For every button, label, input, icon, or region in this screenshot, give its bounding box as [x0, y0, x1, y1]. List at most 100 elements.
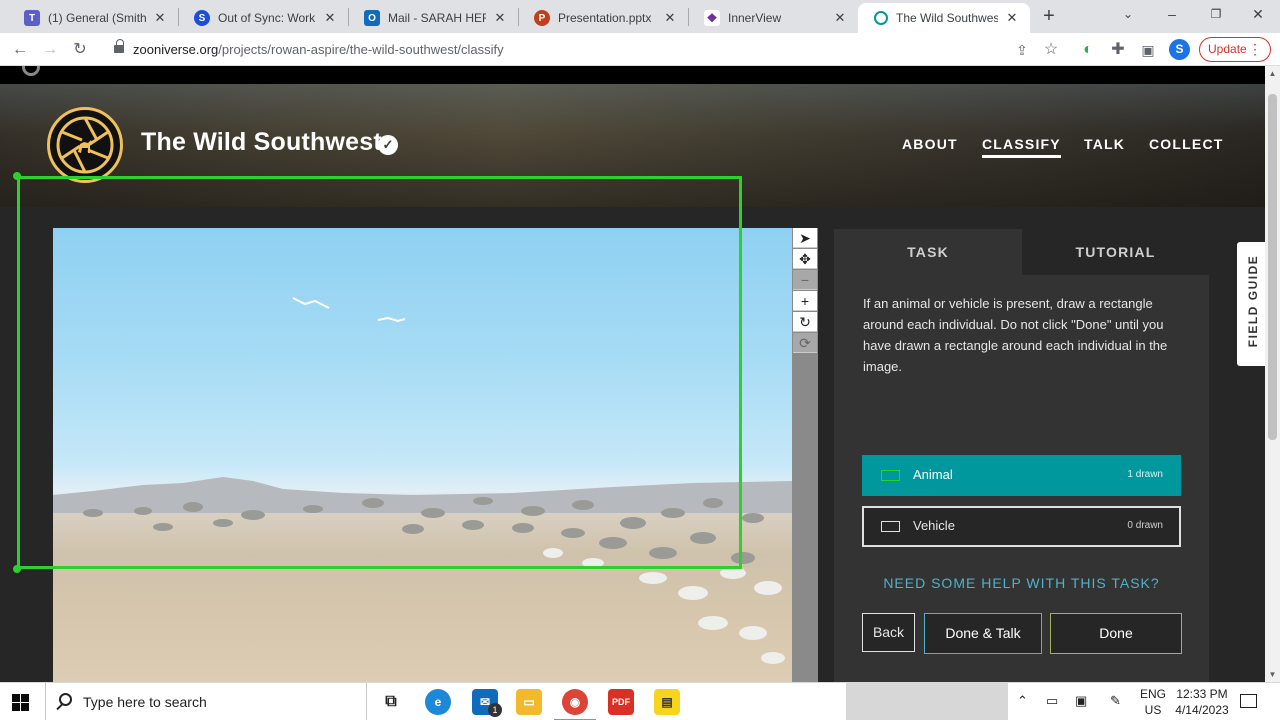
tab-task[interactable]: TASK	[834, 229, 1022, 275]
browser-tab[interactable]: S Out of Sync: Work and ✕	[178, 3, 348, 33]
viewer-toolbar: ➤ ✥ − + ↻ ⟳	[792, 228, 818, 682]
search-icon	[59, 693, 72, 706]
tab-title: InnerView	[728, 11, 782, 25]
scroll-down-icon[interactable]: ▼	[1265, 667, 1280, 682]
done-and-talk-button[interactable]: Done & Talk	[924, 613, 1042, 654]
edge-icon[interactable]: e	[425, 689, 451, 715]
new-tab-icon[interactable]: +	[1038, 5, 1060, 27]
mail-badge: 1	[488, 703, 502, 717]
windows-taskbar: Type here to search ⧉ e ✉ 1 ▭ ◉ PDF ▤ ⌃ …	[0, 682, 1280, 720]
browser-tab[interactable]: ❖ InnerView ✕	[688, 3, 858, 33]
close-icon[interactable]: ✕	[322, 10, 338, 26]
language-indicator[interactable]: ENG US	[1140, 686, 1166, 718]
scroll-thumb[interactable]	[1268, 94, 1277, 440]
teams-icon: T	[24, 10, 40, 26]
nav-about[interactable]: ABOUT	[902, 136, 958, 152]
tab-title: (1) General (Smith AP	[48, 11, 146, 25]
browser-tab[interactable]: T (1) General (Smith AP ✕	[8, 3, 178, 33]
zooniverse-top-nav	[0, 66, 1265, 84]
task-view-icon[interactable]: ⧉	[378, 689, 404, 715]
nav-classify[interactable]: CLASSIFY	[982, 136, 1061, 158]
share-icon[interactable]: ⇪	[1010, 38, 1034, 62]
close-icon[interactable]: ✕	[1004, 10, 1020, 26]
tab-title: Presentation.pptx	[558, 11, 652, 25]
sticky-notes-icon[interactable]: ▤	[654, 689, 680, 715]
bookmark-star-icon[interactable]: ☆	[1039, 38, 1063, 62]
address-bar[interactable]: zooniverse.org/projects/rowan-aspire/the…	[100, 36, 1100, 63]
field-guide-label: FIELD GUIDE	[1246, 254, 1260, 348]
tab-title: Mail - SARAH HERNAN	[388, 11, 486, 25]
show-hidden-icons[interactable]: ⌃	[1017, 693, 1028, 709]
clock[interactable]: 12:33 PM 4/14/2023	[1174, 686, 1230, 718]
reload-icon[interactable]: ↻	[68, 38, 92, 62]
tab-tutorial[interactable]: TUTORIAL	[1022, 229, 1209, 275]
close-icon[interactable]: ✕	[832, 10, 848, 26]
region-code: US	[1144, 703, 1162, 717]
nav-talk[interactable]: TALK	[1084, 136, 1125, 152]
zoom-in-icon[interactable]: +	[793, 291, 817, 311]
browser-tab-active[interactable]: The Wild Southwest ✕	[858, 3, 1030, 33]
profile-avatar[interactable]: S	[1169, 39, 1190, 60]
back-button[interactable]: Back	[862, 613, 915, 652]
windows-start-icon[interactable]	[12, 694, 30, 711]
innerview-icon: ❖	[704, 10, 720, 26]
rotate-icon[interactable]: ↻	[793, 312, 817, 332]
box-corner-handle[interactable]	[13, 172, 21, 180]
powerpoint-icon: P	[534, 10, 550, 26]
project-header: The Wild Southwest ✓ ABOUT CLASSIFY TALK…	[0, 84, 1265, 207]
animal-tool-button[interactable]: Animal 1 drawn	[862, 455, 1181, 496]
tool-label: Animal	[913, 467, 953, 482]
taskbar-empty-slot	[846, 683, 1008, 720]
chrome-icon[interactable]: ◉	[554, 689, 596, 720]
page-scrollbar[interactable]: ▲ ▼	[1265, 66, 1280, 682]
side-panel-icon[interactable]: ▣	[1136, 38, 1160, 62]
search-placeholder: Type here to search	[83, 694, 207, 710]
close-window-icon[interactable]: ✕	[1236, 0, 1280, 30]
browser-tab[interactable]: O Mail - SARAH HERNAN ✕	[348, 3, 518, 33]
puzzle-extensions-icon[interactable]: ✚	[1106, 38, 1130, 62]
rectangle-swatch-icon	[881, 521, 900, 532]
project-logo-icon[interactable]	[47, 107, 123, 183]
zoom-out-icon[interactable]: −	[793, 270, 817, 290]
lock-icon	[114, 39, 124, 55]
pen-icon[interactable]: ✎	[1110, 693, 1121, 709]
zooniverse-logo-icon[interactable]	[22, 66, 40, 76]
scroll-up-icon[interactable]: ▲	[1265, 66, 1280, 81]
tab-title: The Wild Southwest	[896, 11, 998, 25]
pdf-icon[interactable]: PDF	[608, 689, 634, 715]
tab-search-icon[interactable]: ⌄	[1106, 0, 1150, 30]
subject-image[interactable]	[53, 228, 792, 682]
tab-title: Out of Sync: Work and	[218, 11, 316, 25]
minimize-icon[interactable]: –	[1150, 0, 1194, 30]
taskbar-search-box[interactable]: Type here to search	[45, 683, 367, 720]
outlook-icon: O	[364, 10, 380, 26]
forward-arrow-icon[interactable]: →	[38, 38, 62, 62]
nav-collect[interactable]: COLLECT	[1149, 136, 1224, 152]
vehicle-tool-button[interactable]: Vehicle 0 drawn	[862, 506, 1181, 547]
close-icon[interactable]: ✕	[152, 10, 168, 26]
restore-icon[interactable]: ❐	[1194, 0, 1238, 30]
pointer-icon[interactable]: ➤	[793, 228, 817, 248]
back-arrow-icon[interactable]: ←	[8, 38, 32, 62]
task-panel: TASK TUTORIAL If an animal or vehicle is…	[834, 229, 1209, 682]
battery-icon[interactable]: ▭	[1046, 693, 1058, 709]
done-button[interactable]: Done	[1050, 613, 1182, 654]
field-guide-tab[interactable]: FIELD GUIDE	[1237, 242, 1265, 366]
flying-birds	[292, 297, 406, 323]
box-corner-handle[interactable]	[13, 565, 21, 573]
notifications-icon[interactable]	[1240, 694, 1257, 708]
extension-icon[interactable]: ◐	[1076, 38, 1100, 62]
update-button[interactable]: Update ⋮	[1199, 37, 1271, 62]
browser-tab[interactable]: P Presentation.pptx ✕	[518, 3, 688, 33]
network-icon[interactable]: ▣	[1075, 693, 1087, 709]
file-explorer-icon[interactable]: ▭	[516, 689, 542, 715]
project-title: The Wild Southwest	[141, 128, 382, 156]
pan-icon[interactable]: ✥	[793, 249, 817, 269]
reset-icon[interactable]: ⟳	[793, 333, 817, 353]
time-text: 12:33 PM	[1176, 687, 1228, 701]
browser-toolbar: ← → ↻ zooniverse.org/projects/rowan-aspi…	[0, 33, 1280, 66]
close-icon[interactable]: ✕	[492, 10, 508, 26]
menu-dots-icon: ⋮	[1248, 41, 1262, 57]
help-link[interactable]: NEED SOME HELP WITH THIS TASK?	[834, 575, 1209, 591]
close-icon[interactable]: ✕	[662, 10, 678, 26]
